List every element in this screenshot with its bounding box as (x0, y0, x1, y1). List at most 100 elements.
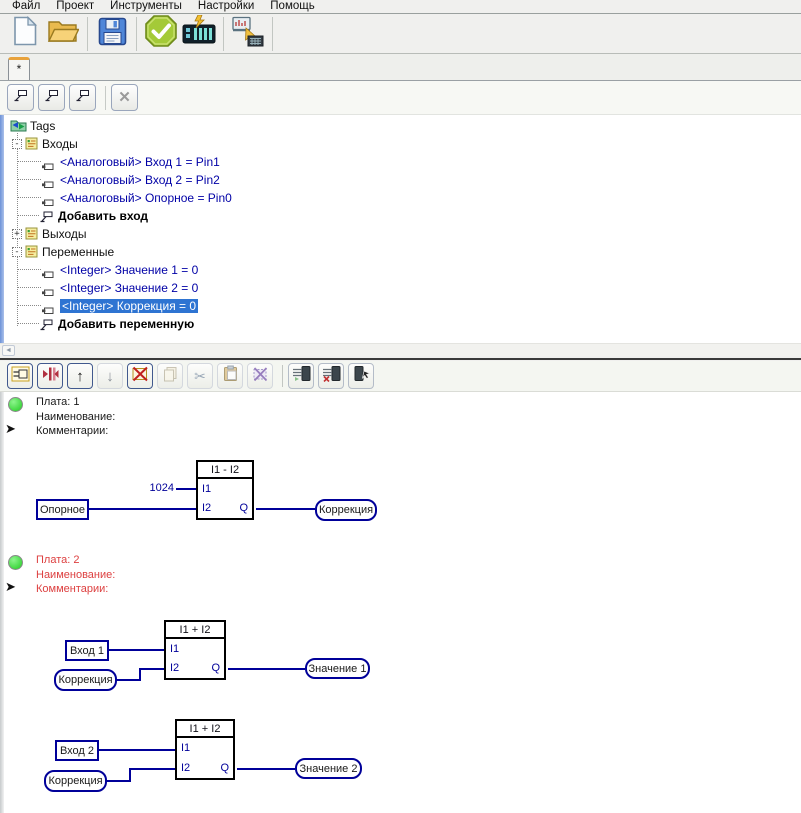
tree-add-input[interactable]: Добавить вход (4, 207, 801, 225)
board-2-expand-arrow-icon[interactable]: ➤ (5, 580, 16, 593)
tree-root-tags[interactable]: Tags (4, 117, 801, 135)
tree-item-reference-input[interactable]: <Аналоговый> Опорное = Pin0 (4, 189, 801, 207)
paste-button[interactable] (217, 363, 243, 389)
controller-flash-icon (181, 14, 217, 52)
pin-q[interactable]: Q (211, 662, 220, 674)
check-project-button[interactable] (142, 15, 180, 52)
tag-icon (75, 89, 90, 107)
tree-add-variable[interactable]: Добавить переменную (4, 315, 801, 333)
pin-i2[interactable]: I2 (181, 762, 190, 774)
board-2-header: Плата: 2 Наименование: ➤ Комментарии: (0, 552, 320, 600)
open-project-button[interactable] (44, 16, 82, 52)
tree-label: <Аналоговый> Опорное = Pin0 (60, 191, 232, 205)
new-project-button[interactable] (6, 15, 44, 52)
upload-to-controller-button[interactable] (229, 16, 267, 52)
deselect-button[interactable] (247, 363, 273, 389)
expand-expander-icon[interactable]: + (12, 229, 22, 239)
tree-item-input-2[interactable]: <Аналоговый> Вход 2 = Pin2 (4, 171, 801, 189)
pin-i2[interactable]: I2 (202, 502, 211, 514)
add-variable-tag-button[interactable] (69, 84, 96, 111)
menu-file[interactable]: Файл (4, 0, 48, 13)
variable-tag-box[interactable]: Коррекция (44, 770, 107, 792)
scroll-left-button[interactable]: ◄ (2, 345, 15, 356)
tree-group-inputs[interactable]: - Входы (4, 135, 801, 153)
function-block-subtract[interactable]: I1 - I2 I1 I2 Q (196, 460, 254, 520)
wire (176, 488, 196, 490)
tree-item-input-1[interactable]: <Аналоговый> Вход 1 = Pin1 (4, 153, 801, 171)
tag-toolbar: ✕ (0, 81, 801, 115)
output-tag-box[interactable]: Значение 1 (305, 658, 370, 679)
tree-label: <Integer> Коррекция = 0 (60, 297, 199, 315)
function-block-add-1[interactable]: I1 + I2 I1 I2 Q (164, 620, 226, 680)
menu-tools[interactable]: Инструменты (102, 0, 190, 13)
toolbar-separator (105, 85, 106, 110)
function-block-add-2[interactable]: I1 + I2 I1 I2 Q (175, 719, 235, 780)
pin-i1[interactable]: I1 (202, 483, 211, 495)
tree-group-outputs[interactable]: + Выходы (4, 225, 801, 243)
save-floppy-icon (98, 17, 127, 51)
add-output-tag-button[interactable] (38, 84, 65, 111)
delete-tag-button[interactable]: ✕ (111, 84, 138, 111)
tree-item-value-1[interactable]: <Integer> Значение 1 = 0 (4, 261, 801, 279)
move-block-up-button[interactable]: ↑ (67, 363, 93, 389)
menu-help[interactable]: Помощь (262, 0, 322, 13)
tree-group-variables[interactable]: - Переменные (4, 243, 801, 261)
copy-icon (162, 366, 179, 387)
move-block-down-button[interactable]: ↓ (97, 363, 123, 389)
project-tab[interactable]: * (8, 57, 30, 80)
pin-q[interactable]: Q (239, 502, 248, 514)
tree-item-value-2[interactable]: <Integer> Значение 2 = 0 (4, 279, 801, 297)
board-1-status-icon (8, 397, 23, 412)
wire (228, 668, 305, 670)
board-select-button[interactable] (348, 363, 374, 389)
input-tag-box[interactable]: Вход 1 (65, 640, 109, 661)
block-title: I1 - I2 (198, 462, 252, 479)
add-tag-icon (39, 318, 53, 336)
tree-item-correction-selected[interactable]: <Integer> Коррекция = 0 (4, 297, 801, 315)
variable-tag-box[interactable]: Коррекция (54, 669, 117, 691)
cut-button[interactable]: ✂ (187, 363, 213, 389)
menu-project[interactable]: Проект (48, 0, 102, 13)
collapse-expander-icon[interactable]: - (12, 247, 22, 257)
output-tag-box[interactable]: Коррекция (315, 499, 377, 521)
wire (117, 679, 141, 681)
tags-tree-panel: Tags - Входы <Аналоговый> Вход 1 = Pin1 … (0, 115, 801, 356)
tree-label: Добавить вход (58, 209, 148, 223)
board-pointer-icon (352, 365, 371, 387)
deselect-icon (251, 366, 269, 387)
pin-q[interactable]: Q (220, 762, 229, 774)
compile-board-button[interactable] (180, 14, 218, 52)
horizontal-scrollbar[interactable]: ◄ (0, 343, 801, 356)
pin-i1[interactable]: I1 (181, 742, 190, 754)
menu-bar: Файл Проект Инструменты Настройки Помощь (0, 0, 801, 14)
block-title: I1 + I2 (177, 721, 233, 738)
save-project-button[interactable] (93, 16, 131, 52)
pin-i1[interactable]: I1 (170, 643, 179, 655)
tag-icon (13, 89, 28, 107)
output-tag-box[interactable]: Значение 2 (295, 758, 362, 779)
board-1-name-label: Наименование: (36, 411, 116, 423)
input-tag-box[interactable]: Опорное (36, 499, 89, 520)
constant-value[interactable]: 1024 (146, 482, 174, 494)
delete-block-button[interactable] (127, 363, 153, 389)
add-input-tag-button[interactable] (7, 84, 34, 111)
insert-block-button[interactable] (37, 363, 63, 389)
main-toolbar (0, 14, 801, 54)
add-block-button[interactable] (7, 363, 33, 389)
board-1-label: Плата: 1 (36, 396, 80, 408)
board-connect-button[interactable] (288, 363, 314, 389)
board-disconnect-button[interactable] (318, 363, 344, 389)
input-tag-box[interactable]: Вход 2 (55, 740, 99, 761)
toolbar-separator (136, 16, 137, 51)
menu-settings[interactable]: Настройки (190, 0, 262, 13)
copy-button[interactable] (157, 363, 183, 389)
board-1-expand-arrow-icon[interactable]: ➤ (5, 422, 16, 435)
diagram-canvas[interactable]: Плата: 1 Наименование: ➤ Комментарии: 10… (0, 392, 801, 813)
tree-label: Переменные (42, 245, 115, 259)
panel-splitter[interactable] (0, 356, 801, 361)
collapse-expander-icon[interactable]: - (12, 139, 22, 149)
toolbar-separator (282, 365, 283, 387)
pin-i2[interactable]: I2 (170, 662, 179, 674)
tree-label: Tags (30, 119, 56, 133)
selected-tree-label: <Integer> Коррекция = 0 (60, 299, 199, 313)
